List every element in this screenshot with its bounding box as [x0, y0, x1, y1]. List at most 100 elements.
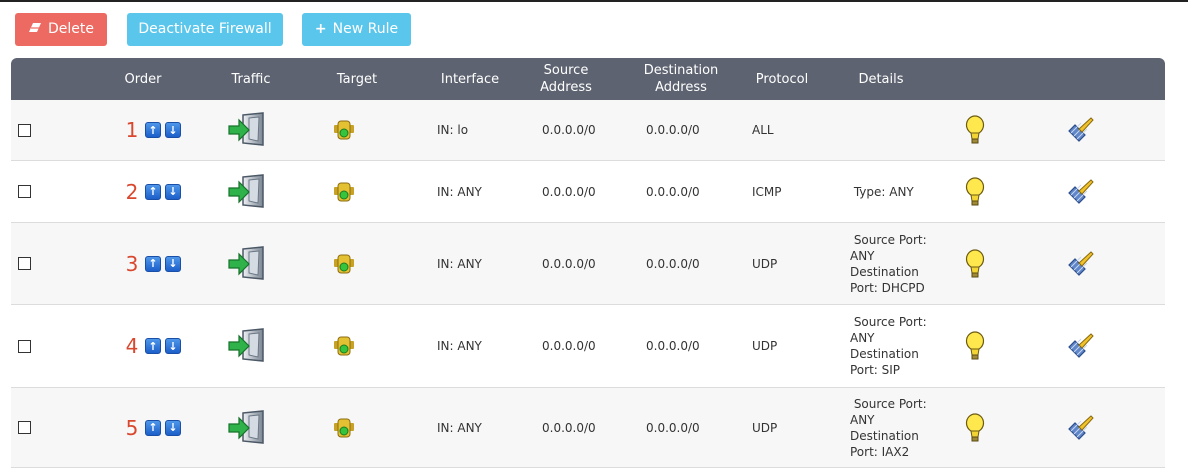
details-line-4: Port: IAX2	[850, 444, 910, 459]
plus-icon: +	[314, 21, 327, 37]
table-row: 3 ↑ ↓ IN: ANY 0.0.0.0/0 0.0.0.0/0 UDP Source P…	[11, 223, 1165, 305]
details-line-2: ANY	[850, 331, 875, 345]
order-cell: 4 ↑ ↓	[123, 305, 181, 387]
move-down-icon[interactable]: ↓	[165, 255, 181, 272]
table-row: 1 ↑ ↓ IN: lo 0.0.0.0/0 0.0.0.0/0 ALL	[11, 100, 1165, 161]
traffic-icon	[227, 388, 267, 467]
interface-cell: IN: ANY	[437, 339, 482, 353]
column-protocol: Protocol	[755, 71, 809, 87]
details-cell	[850, 100, 960, 160]
table-header: Order Traffic Target Interface Source Ad…	[11, 58, 1165, 100]
column-interface: Interface	[440, 71, 500, 87]
row-checkbox[interactable]	[18, 339, 31, 353]
move-down-icon[interactable]: ↓	[165, 419, 181, 436]
lightbulb-icon[interactable]	[965, 305, 985, 387]
details-cell: Source Port: ANY Destination Port: SIP	[850, 305, 960, 387]
protocol-cell: UDP	[752, 339, 778, 353]
source-address-cell: 0.0.0.0/0	[542, 256, 596, 271]
edit-brush-icon[interactable]	[1065, 161, 1095, 222]
lightbulb-icon[interactable]	[965, 161, 985, 222]
deactivate-firewall-button[interactable]: Deactivate Firewall	[127, 13, 283, 46]
row-checkbox[interactable]	[18, 185, 31, 198]
source-address-cell: 0.0.0.0/0	[542, 420, 596, 435]
row-select-cell	[18, 305, 31, 387]
move-down-icon[interactable]: ↓	[165, 338, 181, 354]
move-up-icon[interactable]: ↑	[145, 122, 161, 138]
edit-brush-icon[interactable]	[1065, 100, 1095, 160]
edit-brush-icon[interactable]	[1065, 223, 1095, 304]
new-rule-label: New Rule	[332, 21, 399, 37]
traffic-icon	[227, 161, 267, 222]
edit-brush-icon[interactable]	[1065, 305, 1095, 387]
details-line-3: Destination	[850, 264, 919, 279]
traffic-light-icon	[333, 223, 355, 304]
details-cell: Source Port: ANY Destination Port: IAX2	[850, 388, 960, 467]
interface-cell: IN: lo	[437, 123, 469, 137]
table-body: 1 ↑ ↓ IN: lo 0.0.0.0/0 0.0.0.0/0 ALL 2 ↑ ↓ IN: ANY…	[11, 100, 1165, 468]
interface-cell: IN: ANY	[437, 256, 482, 271]
column-destination-address: Destination Address	[633, 58, 729, 100]
row-checkbox[interactable]	[18, 257, 31, 270]
lightbulb-icon[interactable]	[965, 223, 985, 304]
traffic-icon	[227, 100, 267, 160]
destination-address-cell: 0.0.0.0/0	[646, 256, 700, 271]
destination-address-cell: 0.0.0.0/0	[646, 123, 700, 137]
top-border	[0, 0, 1188, 2]
edit-brush-icon[interactable]	[1065, 388, 1095, 467]
row-select-cell	[18, 161, 31, 222]
destination-address-cell: 0.0.0.0/0	[646, 420, 700, 435]
row-select-cell	[18, 388, 31, 467]
order-number: 3	[125, 251, 139, 276]
protocol-cell: ALL	[752, 123, 774, 137]
column-source-line1: Source	[543, 63, 589, 78]
protocol-cell: UDP	[752, 420, 778, 435]
move-down-icon[interactable]: ↓	[165, 122, 181, 138]
column-source-address: Source Address	[526, 58, 606, 100]
table-row: 4 ↑ ↓ IN: ANY 0.0.0.0/0 0.0.0.0/0 UDP Source P…	[11, 305, 1165, 388]
row-select-cell	[18, 100, 31, 160]
details-line-4: Port: DHCPD	[850, 280, 925, 295]
details-line-1: Type: ANY	[850, 184, 914, 199]
order-cell: 5 ↑ ↓	[123, 388, 181, 467]
interface-cell: IN: ANY	[437, 184, 482, 199]
order-number: 5	[125, 415, 139, 440]
delete-button[interactable]: Delete	[15, 13, 107, 46]
firewall-rules-table: Order Traffic Target Interface Source Ad…	[11, 58, 1165, 468]
protocol-cell: UDP	[752, 256, 778, 271]
move-up-icon[interactable]: ↑	[145, 183, 161, 200]
move-up-icon[interactable]: ↑	[145, 419, 161, 436]
traffic-icon	[227, 305, 267, 387]
destination-address-cell: 0.0.0.0/0	[646, 184, 700, 199]
column-details: Details	[858, 71, 904, 87]
details-line-2: ANY	[850, 412, 875, 427]
source-address-cell: 0.0.0.0/0	[542, 339, 596, 353]
order-cell: 2 ↑ ↓	[123, 161, 181, 222]
deactivate-firewall-label: Deactivate Firewall	[138, 21, 272, 37]
interface-cell: IN: ANY	[437, 420, 482, 435]
delete-label: Delete	[48, 21, 94, 37]
new-rule-button[interactable]: + New Rule	[302, 13, 411, 46]
lightbulb-icon[interactable]	[965, 388, 985, 467]
protocol-cell: ICMP	[752, 184, 782, 199]
traffic-light-icon	[333, 305, 355, 387]
order-number: 4	[125, 334, 139, 358]
traffic-light-icon	[333, 100, 355, 160]
row-checkbox[interactable]	[18, 421, 31, 434]
move-up-icon[interactable]: ↑	[145, 255, 161, 272]
traffic-light-icon	[333, 388, 355, 467]
details-line-1: Source Port:	[850, 315, 927, 329]
details-line-3: Destination	[850, 428, 919, 443]
table-row: 5 ↑ ↓ IN: ANY 0.0.0.0/0 0.0.0.0/0 UDP Source P…	[11, 388, 1165, 468]
column-target: Target	[336, 71, 378, 87]
order-cell: 3 ↑ ↓	[123, 223, 181, 304]
details-line-1: Source Port:	[850, 232, 927, 247]
column-order: Order	[124, 71, 162, 87]
move-down-icon[interactable]: ↓	[165, 183, 181, 200]
details-cell: Type: ANY	[850, 161, 960, 222]
lightbulb-icon[interactable]	[965, 100, 985, 160]
order-number: 2	[125, 179, 139, 204]
move-up-icon[interactable]: ↑	[145, 338, 161, 354]
row-checkbox[interactable]	[18, 123, 31, 137]
traffic-light-icon	[333, 161, 355, 222]
table-row: 2 ↑ ↓ IN: ANY 0.0.0.0/0 0.0.0.0/0 ICMP Type: A…	[11, 161, 1165, 223]
